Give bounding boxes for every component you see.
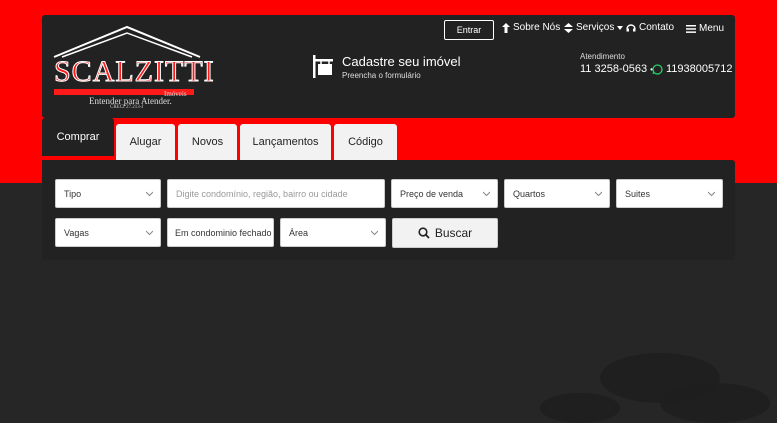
chevron-down-icon [371, 230, 378, 236]
tipo-select[interactable]: Tipo [55, 179, 161, 208]
tipo-value: Tipo [64, 188, 82, 199]
search-button-label: Buscar [434, 226, 473, 240]
logo-creci: CRECI 27.213-J [110, 105, 144, 110]
quartos-value: Quartos [513, 188, 546, 199]
sort-icon [564, 22, 573, 33]
suites-select[interactable]: Suites [616, 179, 723, 208]
chevron-down-icon [483, 191, 490, 197]
preco-select[interactable]: Preço de venda [391, 179, 498, 208]
site-header: SCALZITTI Imóveis Entender para Atender.… [42, 15, 735, 118]
tab-alugar[interactable]: Alugar [116, 124, 175, 160]
suites-value: Suites [625, 188, 651, 199]
nav-about[interactable]: Sobre Nós [502, 22, 560, 33]
nav-contact[interactable]: Contato [626, 22, 674, 33]
arrow-up-icon [502, 22, 510, 33]
cadastre-subtitle: Preencha o formulário [342, 71, 421, 80]
preco-value: Preço de venda [400, 188, 464, 199]
caret-down-icon [617, 25, 624, 30]
tab-lancamentos[interactable]: Lançamentos [240, 124, 331, 160]
whatsapp-text: 11938005712 [666, 63, 733, 75]
nav-about-label: Sobre Nós [513, 22, 561, 33]
vagas-select[interactable]: Vagas [55, 218, 161, 247]
logo[interactable]: SCALZITTI Imóveis Entender para Atender.… [52, 23, 214, 115]
nav-menu-label: Menu [699, 23, 725, 34]
whatsapp-number[interactable]: 11938005712 [652, 63, 732, 75]
tab-novos[interactable]: Novos [178, 124, 237, 160]
location-search-input[interactable]: Digite condomínio, região, bairro ou cid… [167, 179, 385, 208]
search-icon [418, 227, 430, 239]
chevron-down-icon [595, 191, 602, 197]
chevron-down-icon [146, 230, 153, 236]
vagas-value: Vagas [64, 227, 89, 238]
area-select[interactable]: Área [280, 218, 386, 247]
logo-name: SCALZITTI [54, 55, 215, 88]
tab-comprar[interactable]: Comprar [42, 118, 114, 156]
phone-number[interactable]: 11 3258-0563 • [580, 63, 653, 75]
phone-text: 11 3258-0563 [580, 63, 648, 75]
chevron-down-icon [146, 191, 153, 197]
search-button[interactable]: Buscar [392, 218, 498, 248]
chevron-down-icon [708, 191, 715, 197]
nav-menu[interactable]: Menu [686, 23, 724, 34]
cadastre-title: Cadastre seu imóvel [342, 54, 461, 69]
area-value: Área [289, 227, 309, 238]
house-sign-icon [313, 55, 333, 78]
condominio-label: Em condominio fechado [175, 227, 272, 238]
nav-services-label: Serviços [576, 22, 615, 33]
roof-icon [53, 25, 201, 58]
condominio-filter[interactable]: Em condominio fechado [167, 218, 274, 247]
headset-icon [626, 23, 636, 31]
quartos-select[interactable]: Quartos [504, 179, 610, 208]
nav-contact-label: Contato [639, 22, 675, 33]
hamburger-icon [686, 24, 696, 33]
login-button[interactable]: Entrar [444, 20, 494, 40]
tab-codigo[interactable]: Código [334, 124, 397, 160]
location-placeholder: Digite condomínio, região, bairro ou cid… [176, 188, 348, 199]
nav-services[interactable]: Serviços [564, 22, 624, 33]
whatsapp-icon [652, 63, 663, 75]
contact-label: Atendimento [580, 52, 625, 61]
